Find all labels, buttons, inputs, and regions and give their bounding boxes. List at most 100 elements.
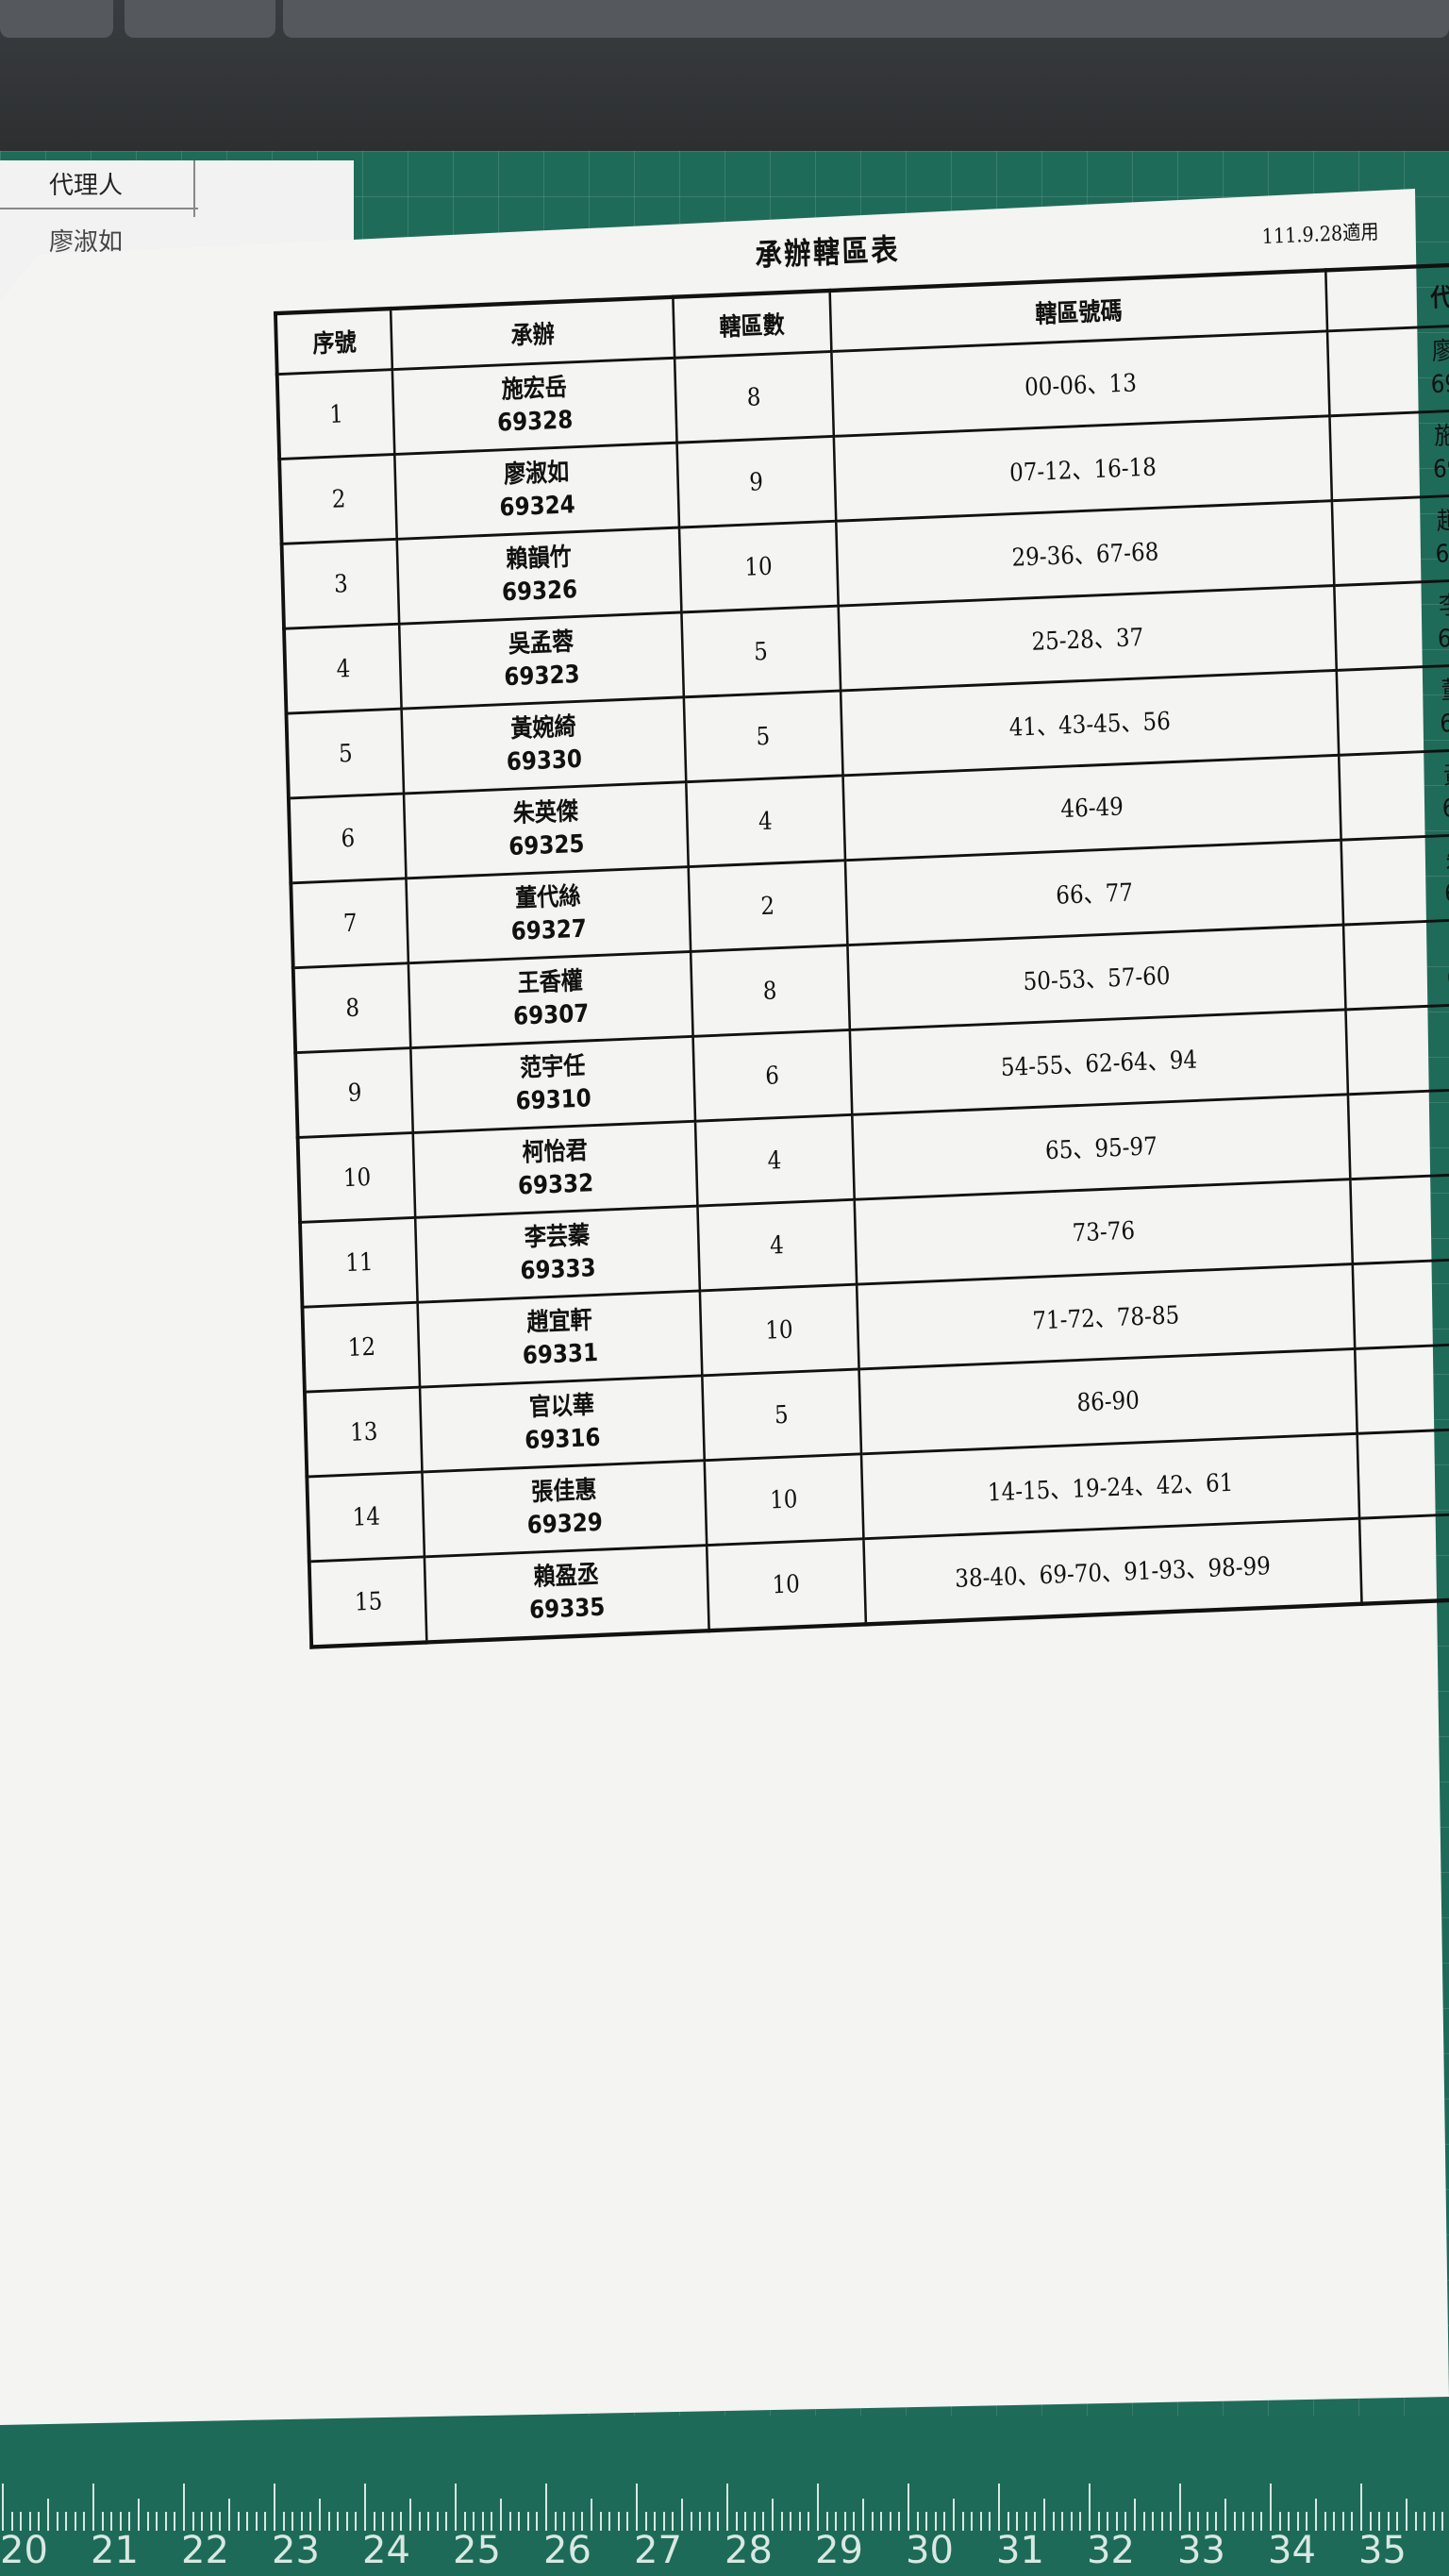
zone-count: 10 bbox=[704, 1453, 864, 1546]
ruler-tick bbox=[327, 2512, 330, 2531]
zone-count: 5 bbox=[683, 690, 843, 782]
agent-cell: 趙宜軒 69331 bbox=[1332, 489, 1449, 586]
ruler-tick bbox=[626, 2512, 629, 2531]
ruler-tick bbox=[156, 2512, 158, 2531]
ruler-tick bbox=[662, 2512, 665, 2531]
keyboard-key bbox=[125, 0, 275, 38]
ruler-tick bbox=[128, 2512, 131, 2531]
ruler-tick bbox=[1296, 2512, 1299, 2531]
ruler-tick bbox=[119, 2512, 122, 2531]
agent-cell: 賴韻竹69326 bbox=[1353, 1252, 1449, 1349]
ruler-tick bbox=[825, 2512, 828, 2531]
row-number: 2 bbox=[279, 454, 398, 544]
ruler-number: 28 bbox=[724, 2529, 773, 2572]
ruler-tick bbox=[1270, 2484, 1272, 2531]
ruler-tick bbox=[1414, 2512, 1417, 2531]
agent-cell: 官以華69316 bbox=[1343, 913, 1449, 1010]
ruler-tick bbox=[608, 2512, 611, 2531]
background-sheet-label: 代理人 bbox=[49, 172, 124, 200]
ruler-tick bbox=[536, 2512, 539, 2531]
column-header-zone-count: 轄區數 bbox=[672, 290, 832, 359]
agent-cell: 范宇任69310 bbox=[1348, 1082, 1449, 1179]
ruler-tick bbox=[717, 2512, 720, 2531]
agent-cell: 賴盈丞69335 bbox=[1357, 1422, 1449, 1519]
sheet-rule-line bbox=[0, 208, 198, 209]
row-number: 9 bbox=[295, 1047, 414, 1138]
agent-name: 施宏岳 bbox=[1433, 420, 1449, 452]
ruler-number: 33 bbox=[1177, 2529, 1225, 2572]
handler-cell: 朱英傑 69325 bbox=[404, 781, 689, 878]
ruler-tick bbox=[735, 2512, 738, 2531]
ruler-tick bbox=[554, 2512, 557, 2531]
ruler-tick bbox=[916, 2512, 919, 2531]
ruler-number: 21 bbox=[91, 2529, 139, 2572]
ruler-tick bbox=[436, 2512, 439, 2531]
ruler-tick bbox=[228, 2499, 230, 2531]
ruler-tick bbox=[636, 2484, 638, 2531]
ruler-tick bbox=[373, 2512, 375, 2531]
ruler-number: 34 bbox=[1268, 2529, 1316, 2572]
ruler-tick bbox=[101, 2512, 104, 2531]
ruler-number: 20 bbox=[0, 2529, 48, 2572]
row-number: 15 bbox=[308, 1556, 427, 1648]
ruler-tick bbox=[74, 2512, 76, 2531]
ruler-tick bbox=[1224, 2499, 1226, 2531]
agent-name: 廖淑如 bbox=[1431, 335, 1449, 367]
ruler-tick bbox=[427, 2512, 430, 2531]
zone-count: 4 bbox=[685, 775, 845, 867]
ruler-tick bbox=[47, 2499, 49, 2531]
zone-count: 4 bbox=[696, 1199, 857, 1291]
ruler-tick bbox=[1124, 2512, 1127, 2531]
ruler-tick bbox=[545, 2484, 547, 2531]
row-number: 4 bbox=[284, 624, 403, 714]
ruler-tick bbox=[481, 2512, 484, 2531]
handler-cell: 董代絲 69327 bbox=[407, 866, 691, 963]
agent-cell: 李芸蓁 69333 bbox=[1334, 574, 1449, 671]
agent-name: 吳孟蓉 bbox=[1353, 1178, 1449, 1221]
ruler-tick bbox=[264, 2512, 267, 2531]
zone-count: 5 bbox=[701, 1369, 861, 1461]
ruler-tick bbox=[971, 2512, 974, 2531]
agent-cell: 王香權69307 bbox=[1355, 1337, 1449, 1434]
ruler-tick bbox=[1179, 2484, 1181, 2531]
handler-cell: 范宇任 69310 bbox=[410, 1036, 695, 1133]
handler-cell: 趙宜軒 69331 bbox=[418, 1290, 702, 1388]
agent-name: 賴盈丞 bbox=[1360, 1432, 1449, 1476]
handler-cell: 張佳惠 69329 bbox=[423, 1460, 707, 1557]
ruler-tick bbox=[1134, 2499, 1136, 2531]
ruler-tick bbox=[174, 2512, 176, 2531]
ruler-tick bbox=[491, 2512, 493, 2531]
ruler-tick bbox=[1387, 2512, 1390, 2531]
ruler-tick bbox=[835, 2512, 838, 2531]
ruler-number: 31 bbox=[996, 2529, 1044, 2572]
ruler-tick bbox=[1089, 2484, 1091, 2531]
row-number: 8 bbox=[292, 962, 411, 1053]
ruler-tick bbox=[201, 2512, 204, 2531]
handler-cell: 賴盈丞 69335 bbox=[425, 1545, 709, 1643]
ruler-tick bbox=[473, 2512, 475, 2531]
ruler-tick bbox=[1333, 2512, 1336, 2531]
handler-cell: 施宏岳 69328 bbox=[392, 358, 677, 455]
agent-cell: 董代絲 69327 bbox=[1337, 659, 1449, 756]
column-header-agent: 代理人 bbox=[1325, 259, 1449, 331]
ruler-tick bbox=[319, 2499, 321, 2531]
ruler-number: 32 bbox=[1087, 2529, 1135, 2572]
zone-count: 2 bbox=[688, 860, 848, 952]
ruler-tick bbox=[726, 2484, 728, 2531]
row-number: 10 bbox=[297, 1132, 416, 1223]
ruler-tick bbox=[599, 2512, 602, 2531]
agent-name: 李芸蓁 bbox=[1438, 589, 1449, 622]
agent-name: 王香權 bbox=[1357, 1347, 1449, 1391]
ruler-tick bbox=[753, 2512, 756, 2531]
ruler-tick bbox=[1107, 2512, 1109, 2531]
ruler-tick bbox=[1432, 2512, 1435, 2531]
ruler-tick bbox=[409, 2499, 411, 2531]
ruler-tick bbox=[274, 2484, 275, 2531]
keyboard-key bbox=[0, 0, 113, 38]
ruler-tick bbox=[1324, 2512, 1326, 2531]
ruler-number: 22 bbox=[181, 2529, 229, 2572]
ruler-tick bbox=[1206, 2512, 1208, 2531]
ruler-tick bbox=[798, 2512, 801, 2531]
agent-name: 張佳惠 bbox=[1362, 1517, 1449, 1561]
ruler-tick bbox=[1260, 2512, 1263, 2531]
